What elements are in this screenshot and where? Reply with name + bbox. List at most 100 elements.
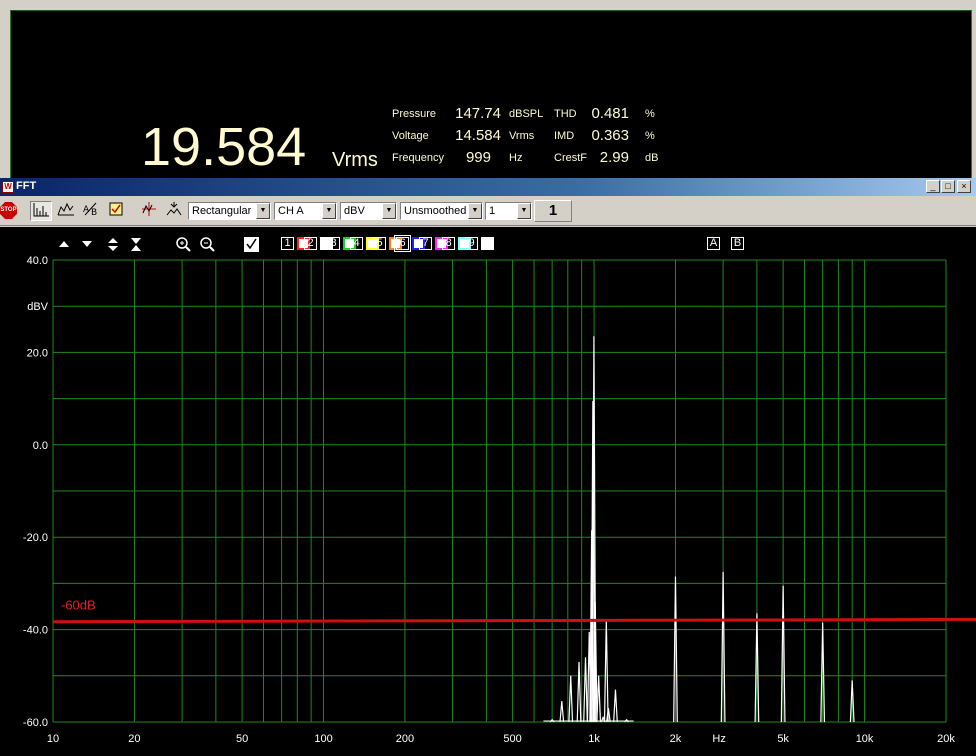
y-tick-label: 20.0 xyxy=(27,347,48,359)
x-tick-label: 10k xyxy=(856,733,874,745)
stop-icon[interactable]: STOP xyxy=(0,202,17,219)
smoothing-value: Unsmoothed xyxy=(404,205,467,217)
window-function-select[interactable]: Rectangular ▼ xyxy=(188,202,271,220)
voltage-unit: Vrms xyxy=(509,130,535,142)
meter-panel: 19.584 Vrms Pressure 147.74 dBSPL Voltag… xyxy=(0,0,976,178)
thd-value: 0.481 xyxy=(591,105,629,122)
pressure-label: Pressure xyxy=(392,108,437,120)
scroll-up-icon[interactable] xyxy=(59,241,69,247)
y-tick-label: -40.0 xyxy=(23,625,48,637)
trace-2-button[interactable]: 2 xyxy=(304,237,317,250)
x-tick-label: 1k xyxy=(588,733,600,745)
frequency-unit: Hz xyxy=(509,152,523,164)
pressure-unit: dBSPL xyxy=(509,108,544,120)
zoom-out-icon[interactable] xyxy=(200,237,215,252)
spectrum-peak xyxy=(613,689,618,723)
main-reading-unit: Vrms xyxy=(332,149,378,171)
close-button[interactable]: × xyxy=(957,180,971,193)
unit-value: dBV xyxy=(344,205,365,217)
y-tick-label: 40.0 xyxy=(27,255,48,267)
window-title: FFT xyxy=(16,180,37,192)
spectrum-peak xyxy=(583,657,588,723)
frequency-value: 999 xyxy=(465,149,491,166)
chevron-down-icon: ▼ xyxy=(322,203,336,219)
smoothing-select[interactable]: Unsmoothed ▼ xyxy=(400,202,483,220)
x-tick-label: 50 xyxy=(236,733,248,745)
fft-app-icon: W xyxy=(2,181,14,193)
maximize-button[interactable]: □ xyxy=(941,180,955,193)
y-tick-label: -20.0 xyxy=(23,532,48,544)
trace-9-button[interactable]: 9 xyxy=(465,237,478,250)
scroll-down-icon[interactable] xyxy=(82,241,92,247)
compress-vertical-icon[interactable] xyxy=(131,238,141,251)
trace-3-button[interactable]: 3 xyxy=(327,237,340,250)
unit-select[interactable]: dBV ▼ xyxy=(340,202,397,220)
imd-unit: % xyxy=(645,130,655,142)
x-tick-label: 100 xyxy=(314,733,332,745)
spectrum-peak xyxy=(596,675,602,723)
minimize-button[interactable]: _ xyxy=(926,180,940,193)
chevron-down-icon: ▼ xyxy=(468,203,482,219)
voltage-label: Voltage xyxy=(392,130,429,142)
x-tick-label: 10 xyxy=(47,733,59,745)
crestf-unit: dB xyxy=(645,152,659,164)
y-tick-label: -60.0 xyxy=(23,717,48,729)
memory-b-button[interactable]: B xyxy=(731,237,744,250)
peak-search-button[interactable] xyxy=(163,201,185,221)
thd-label: THD xyxy=(554,108,577,120)
cursor-button[interactable] xyxy=(138,201,160,221)
frequency-label: Frequency xyxy=(392,152,444,164)
x-tick-label: 2k xyxy=(670,733,682,745)
spectrum-peak xyxy=(603,620,609,723)
cursor-crosshair-icon xyxy=(142,202,156,216)
x-axis-label: Hz xyxy=(712,733,725,745)
crestf-value: 2.99 xyxy=(599,149,629,166)
voltage-value: 14.584 xyxy=(455,127,501,144)
averages-value: 1 xyxy=(489,205,496,217)
zoom-in-icon[interactable] xyxy=(176,237,191,252)
channel-value: CH A xyxy=(278,205,304,217)
x-tick-label: 20k xyxy=(937,733,955,745)
trace-9-toggle[interactable] xyxy=(481,237,494,250)
average-count-display: 1 xyxy=(534,200,572,222)
trace-8-button[interactable]: 8 xyxy=(442,237,455,250)
y-tick-label: 0.0 xyxy=(33,440,48,452)
ab-compare-button[interactable]: AB xyxy=(80,201,102,221)
thd-unit: % xyxy=(645,108,655,120)
reference-line xyxy=(52,617,976,624)
main-reading-value: 19.584 xyxy=(141,117,307,177)
settings-checklist-button[interactable] xyxy=(105,201,127,221)
spectrum-peak xyxy=(576,661,582,723)
channel-select[interactable]: CH A ▼ xyxy=(274,202,337,220)
imd-value: 0.363 xyxy=(591,127,629,144)
x-tick-label: 20 xyxy=(128,733,140,745)
expand-vertical-icon[interactable] xyxy=(108,238,118,251)
imd-label: IMD xyxy=(554,130,575,142)
spectrum-bars-icon xyxy=(33,203,49,217)
spectrum-line-button[interactable] xyxy=(55,201,77,221)
memory-a-button[interactable]: A xyxy=(707,237,720,250)
show-all-traces-checkbox[interactable] xyxy=(244,237,259,252)
spectrum-peak xyxy=(568,675,574,723)
pressure-value: 147.74 xyxy=(455,105,501,122)
spectrum-bars-button[interactable] xyxy=(30,201,52,221)
trace-5-button[interactable]: 5 xyxy=(373,237,386,250)
meter-display: 19.584 Vrms Pressure 147.74 dBSPL Voltag… xyxy=(10,10,972,178)
trace-6-button[interactable]: 6 xyxy=(394,235,411,252)
checklist-icon xyxy=(109,202,123,216)
ab-compare-icon: AB xyxy=(83,202,97,218)
fft-toolbar: STOP AB Rectangular ▼ CH A ▼ dBV ▼ Unsmo… xyxy=(0,197,976,226)
fft-window-titlebar[interactable]: W FFT _ □ × xyxy=(0,178,976,196)
fft-chart[interactable]: 40.0 20.0 0.0 -20.0 -40.0 -60.0 dBV 10 20 50 100 20… xyxy=(0,227,976,756)
averages-select[interactable]: 1 ▼ xyxy=(485,202,532,220)
spectrum-peak xyxy=(559,701,565,723)
trace-4-button[interactable]: 4 xyxy=(350,237,363,250)
chevron-down-icon: ▼ xyxy=(517,203,531,219)
trace-7-button[interactable]: 7 xyxy=(419,237,432,250)
trace-1-button[interactable]: 1 xyxy=(281,237,294,250)
peak-search-icon xyxy=(166,202,182,216)
spectrum-line-icon xyxy=(57,202,74,216)
x-tick-label: 5k xyxy=(777,733,789,745)
svg-text:B: B xyxy=(91,208,97,217)
reference-line-label: -60dB xyxy=(61,598,96,613)
